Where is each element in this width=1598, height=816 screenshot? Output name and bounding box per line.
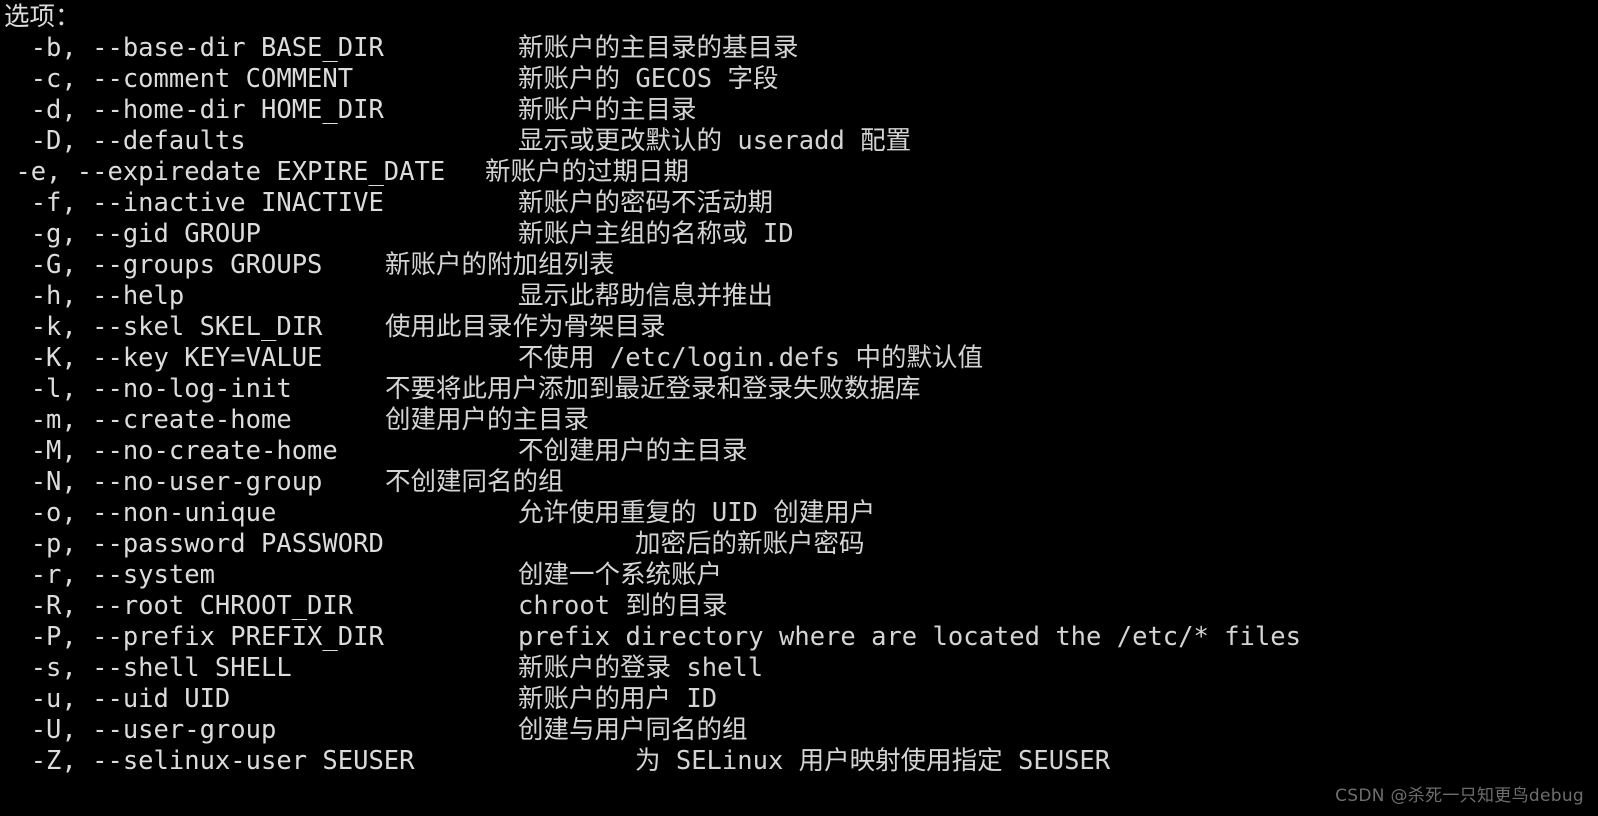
option-flag: -r, --system: [0, 560, 215, 590]
option-description: 新账户的附加组列表: [385, 250, 615, 280]
option-flag: -c, --comment COMMENT: [0, 64, 354, 94]
option-description: 显示或更改默认的 useradd 配置: [518, 126, 912, 156]
option-description: 新账户的主目录: [518, 95, 697, 125]
option-flag: -f, --inactive INACTIVE: [0, 188, 384, 218]
option-flag: -N, --no-user-group: [0, 467, 323, 497]
option-description: 创建一个系统账户: [518, 560, 723, 590]
option-description: 不创建同名的组: [385, 467, 564, 497]
option-description: chroot 到的目录: [518, 591, 728, 621]
option-flag: -s, --shell SHELL: [0, 653, 292, 683]
option-flag: -D, --defaults: [0, 126, 246, 156]
option-description: 新账户的主目录的基目录: [518, 33, 799, 63]
option-description: 创建与用户同名的组: [518, 715, 748, 745]
option-flag: -U, --user-group: [0, 715, 277, 745]
option-description: 不使用 /etc/login.defs 中的默认值: [518, 343, 983, 373]
option-flag: -l, --no-log-init: [0, 374, 292, 404]
option-flag: -d, --home-dir HOME_DIR: [0, 95, 384, 125]
option-flag: -m, --create-home: [0, 405, 292, 435]
option-flag: -K, --key KEY=VALUE: [0, 343, 323, 373]
option-flag: -e, --expiredate EXPIRE_DATE: [0, 157, 446, 187]
option-flag: -Z, --selinux-user SEUSER: [0, 746, 415, 776]
option-description: 显示此帮助信息并推出: [518, 281, 774, 311]
csdn-watermark: CSDN @杀死一只知更鸟debug: [1335, 786, 1584, 806]
terminal-window[interactable]: 选项： -b, --base-dir BASE_DIR 新账户的主目录的基目录 -…: [0, 0, 1598, 816]
option-flag: -P, --prefix PREFIX_DIR: [0, 622, 384, 652]
option-flag: -k, --skel SKEL_DIR: [0, 312, 323, 342]
option-description: 新账户的 GECOS 字段: [518, 64, 779, 94]
option-description: 新账户的过期日期: [485, 157, 690, 187]
option-flag: -R, --root CHROOT_DIR: [0, 591, 354, 621]
option-flag: -o, --non-unique: [0, 498, 277, 528]
option-flag: -b, --base-dir BASE_DIR: [0, 33, 384, 63]
option-description: 新账户的登录 shell: [518, 653, 764, 683]
option-description: 允许使用重复的 UID 创建用户: [518, 498, 876, 528]
option-description: 为 SELinux 用户映射使用指定 SEUSER: [635, 746, 1111, 776]
option-description: 新账户的用户 ID: [518, 684, 718, 714]
option-flag: -p, --password PASSWORD: [0, 529, 384, 559]
option-description: 不要将此用户添加到最近登录和登录失败数据库: [385, 374, 921, 404]
option-description: 新账户主组的名称或 ID: [518, 219, 794, 249]
option-description: 不创建用户的主目录: [518, 436, 748, 466]
option-flag: -u, --uid UID: [0, 684, 231, 714]
option-description: 加密后的新账户密码: [635, 529, 865, 559]
option-description: 创建用户的主目录: [385, 405, 590, 435]
options-heading: 选项：: [4, 2, 81, 32]
option-flag: -G, --groups GROUPS: [0, 250, 323, 280]
option-flag: -g, --gid GROUP: [0, 219, 261, 249]
option-description: 新账户的密码不活动期: [518, 188, 774, 218]
option-description: 使用此目录作为骨架目录: [385, 312, 666, 342]
option-flag: -M, --no-create-home: [0, 436, 338, 466]
option-flag: -h, --help: [0, 281, 185, 311]
option-description: prefix directory where are located the /…: [518, 622, 1301, 652]
